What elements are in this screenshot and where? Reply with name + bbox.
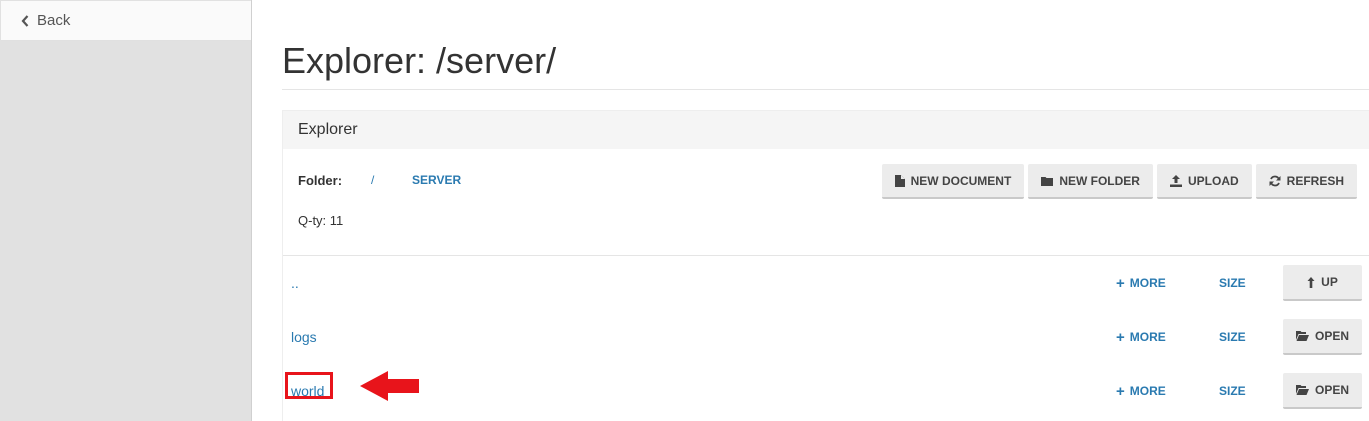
plus-icon: +	[1116, 382, 1125, 400]
new-document-button[interactable]: NEW DOCUMENT	[881, 164, 1025, 199]
folder-open-icon	[1295, 385, 1309, 395]
level-up-icon	[1307, 276, 1315, 288]
upload-button[interactable]: UPLOAD	[1156, 164, 1252, 199]
panel-heading: Explorer	[283, 111, 1369, 149]
file-icon	[894, 174, 905, 187]
sidebar: Back	[0, 0, 252, 421]
refresh-button[interactable]: REFRESH	[1255, 164, 1357, 199]
more-button[interactable]: + MORE	[1116, 310, 1166, 364]
more-label: MORE	[1129, 276, 1166, 290]
folder-label: Folder:	[298, 173, 343, 188]
plus-icon: +	[1116, 328, 1125, 346]
upload-icon	[1169, 174, 1182, 187]
highlight-box	[285, 372, 333, 399]
new-folder-button[interactable]: NEW FOLDER	[1028, 164, 1153, 199]
red-arrow-annotation	[360, 371, 419, 401]
up-label: UP	[1321, 275, 1338, 289]
size-button[interactable]: SIZE	[1219, 256, 1246, 310]
main-content: Explorer: /server/ Explorer Folder: / SE…	[252, 0, 1369, 421]
refresh-label: REFRESH	[1286, 173, 1344, 188]
refresh-icon	[1269, 175, 1281, 186]
folder-open-icon	[1295, 331, 1309, 341]
new-folder-label: NEW FOLDER	[1059, 173, 1140, 188]
open-label: OPEN	[1314, 329, 1349, 343]
up-button[interactable]: UP	[1283, 265, 1362, 301]
plus-icon: +	[1116, 274, 1125, 292]
open-button[interactable]: OPEN	[1283, 319, 1362, 355]
toolbar: NEW DOCUMENT NEW FOLDER UPLOAD REFRESH	[881, 164, 1357, 199]
more-label: MORE	[1129, 330, 1166, 344]
size-button[interactable]: SIZE	[1219, 310, 1246, 364]
chevron-left-icon	[21, 14, 29, 27]
open-label: OPEN	[1314, 383, 1349, 397]
size-button[interactable]: SIZE	[1219, 364, 1246, 418]
list-item: logs + MORE SIZE OPEN	[283, 310, 1369, 364]
more-label: MORE	[1129, 384, 1166, 398]
back-button[interactable]: Back	[1, 1, 251, 41]
back-label: Back	[37, 12, 71, 29]
more-button[interactable]: + MORE	[1116, 364, 1166, 418]
item-name-parent[interactable]: ..	[291, 256, 299, 310]
page-title: Explorer: /server/	[282, 40, 557, 81]
list-item: .. + MORE SIZE UP	[283, 256, 1369, 310]
item-name-logs[interactable]: logs	[291, 310, 317, 364]
new-document-label: NEW DOCUMENT	[910, 173, 1012, 188]
upload-label: UPLOAD	[1187, 173, 1239, 188]
open-button[interactable]: OPEN	[1283, 373, 1362, 409]
breadcrumb-server[interactable]: SERVER	[412, 173, 461, 187]
list-item: world + MORE SIZE OPEN	[283, 364, 1369, 418]
explorer-panel: Explorer Folder: / SERVER Q-ty: 11 NEW D…	[282, 110, 1369, 421]
breadcrumb-root[interactable]: /	[371, 173, 374, 187]
folder-icon	[1041, 176, 1054, 186]
item-count: Q-ty: 11	[298, 213, 344, 228]
title-divider	[282, 89, 1369, 90]
more-button[interactable]: + MORE	[1116, 256, 1166, 310]
